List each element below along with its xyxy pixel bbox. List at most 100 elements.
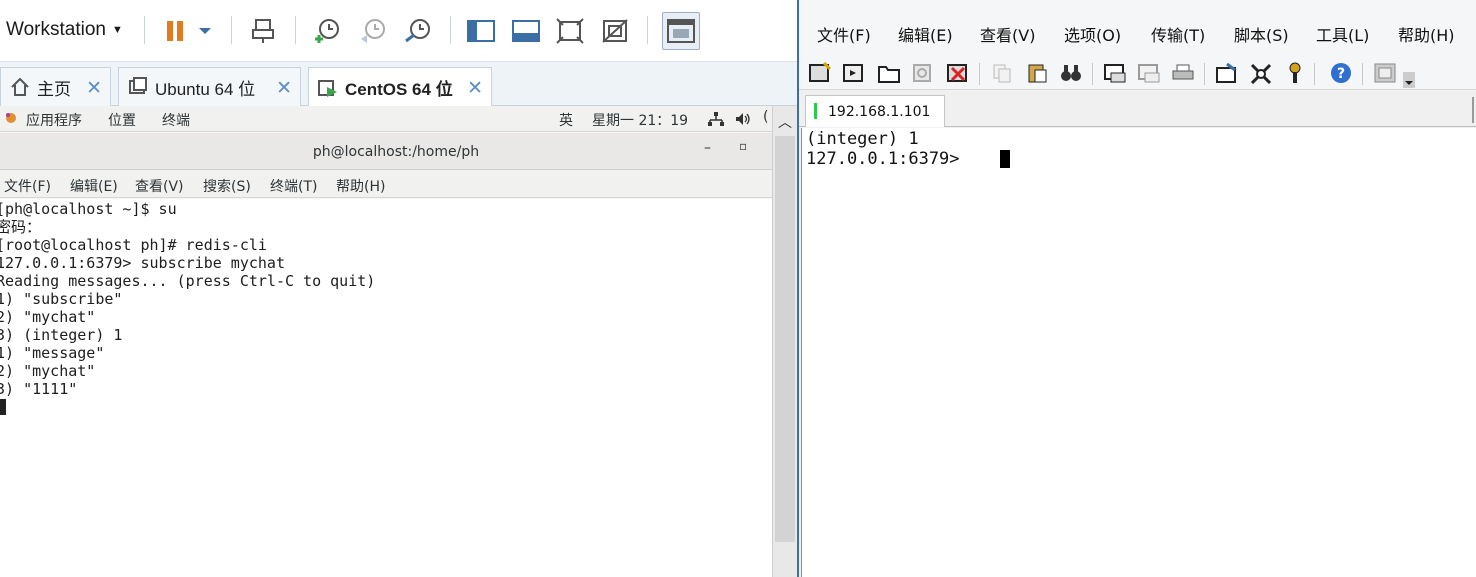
scrollbar-thumb[interactable]: [775, 136, 795, 542]
tab-centos[interactable]: CentOS 64 位 ✕: [308, 67, 492, 107]
gnome-top-bar: 应用程序 位置 终端 英 星期一 21：19 (: [0, 106, 772, 132]
bottom-bar-layout-icon: [512, 20, 540, 42]
console-view-button[interactable]: [662, 12, 700, 50]
reconnect-button[interactable]: [910, 60, 936, 86]
copy-button[interactable]: [989, 60, 1015, 86]
maximize-icon[interactable]: ▫: [739, 139, 747, 153]
guest-scrollbar[interactable]: ︿: [772, 106, 797, 577]
gnome-foot-icon: [4, 111, 18, 129]
applications-menu[interactable]: 应用程序: [26, 110, 82, 130]
snapshot-clock-icon: [315, 19, 339, 43]
transfer-icon: [1216, 62, 1236, 83]
vm-tab-strip: 主页 ✕ Ubuntu 64 位 ✕ CentOS 64 位 ✕: [0, 62, 797, 107]
session-tab-label: 192.168.1.101: [828, 104, 931, 120]
console-view-icon: [667, 19, 695, 43]
key-manager-button[interactable]: [1282, 60, 1308, 86]
tab-ubuntu[interactable]: Ubuntu 64 位 ✕: [118, 67, 301, 106]
new-session-icon: [809, 62, 832, 82]
full-screen-button[interactable]: [553, 14, 587, 48]
terminal-titlebar: ph@localhost:/home/ph – ▫: [0, 133, 772, 170]
tools-button[interactable]: [1248, 60, 1274, 86]
compose-icon: [1138, 64, 1160, 83]
menu-view[interactable]: 查看(V): [980, 22, 1035, 46]
compose-button[interactable]: [1136, 60, 1162, 86]
power-dropdown-button[interactable]: [190, 14, 220, 48]
terminal-text: [ph@localhost ~]$ su 密码： [root@localhost…: [0, 200, 376, 398]
menu-file[interactable]: 文件(F): [817, 22, 871, 46]
network-icon[interactable]: [708, 112, 724, 130]
print-button[interactable]: [1170, 60, 1196, 86]
vmware-toolbar: Workstation ▼: [0, 0, 797, 62]
copy-icon: [993, 64, 1011, 83]
xshell-session-tabs: 192.168.1.101: [799, 91, 1476, 127]
binoculars-icon: [1061, 65, 1081, 81]
help-button[interactable]: ?: [1328, 60, 1354, 86]
disconnect-icon: [947, 64, 967, 82]
menu-options[interactable]: 选项(O): [1064, 22, 1121, 46]
printer-icon: [1172, 64, 1194, 80]
menu-edit[interactable]: 编辑(E): [70, 176, 118, 196]
menu-help[interactable]: 帮助(H): [1398, 22, 1455, 46]
xshell-terminal[interactable]: (integer) 1 127.0.0.1:6379>: [801, 128, 1476, 577]
centos-guest-screen[interactable]: 应用程序 位置 终端 英 星期一 21：19 ( ph@localhost:/h…: [0, 106, 797, 577]
tab-label: Ubuntu 64 位: [155, 79, 256, 99]
unity-icon: [602, 19, 628, 43]
session-properties-button[interactable]: [1102, 60, 1128, 86]
tools-icon: [1250, 63, 1272, 84]
input-method-indicator[interactable]: 英: [559, 110, 573, 130]
toolbar-separator: [231, 16, 232, 44]
clock[interactable]: 星期一 21：19: [592, 110, 688, 130]
close-icon[interactable]: ✕: [276, 77, 292, 100]
snapshot-manager-button[interactable]: [401, 14, 435, 48]
places-menu[interactable]: 位置: [108, 110, 136, 130]
revert-snapshot-button[interactable]: [356, 14, 390, 48]
open-session-button[interactable]: [841, 60, 867, 86]
menu-help[interactable]: 帮助(H): [336, 176, 385, 196]
terminal-app-menu[interactable]: 终端: [162, 110, 190, 130]
workstation-menu[interactable]: Workstation ▼: [6, 16, 123, 44]
find-button[interactable]: [1058, 60, 1084, 86]
menu-terminal[interactable]: 终端(T): [270, 176, 317, 196]
menu-transfer[interactable]: 传输(T): [1151, 22, 1205, 46]
unity-mode-button[interactable]: [598, 14, 632, 48]
tab-label: 主页: [37, 79, 71, 99]
manage-snapshots-icon: [405, 19, 430, 43]
tab-scroll-edge: [1472, 97, 1474, 123]
show-library-button[interactable]: [464, 14, 498, 48]
menu-file[interactable]: 文件(F): [4, 176, 51, 196]
paste-button[interactable]: [1024, 60, 1050, 86]
disconnect-button[interactable]: [945, 60, 971, 86]
reconnect-icon: [913, 64, 931, 82]
volume-icon[interactable]: [735, 112, 751, 130]
toolbar-separator: [450, 16, 451, 44]
transfer-button[interactable]: [1214, 60, 1240, 86]
paste-icon: [1028, 64, 1047, 83]
tab-home[interactable]: 主页 ✕: [0, 67, 111, 106]
menu-tools[interactable]: 工具(L): [1316, 22, 1369, 46]
minimize-icon[interactable]: –: [704, 140, 711, 156]
menu-view[interactable]: 查看(V): [135, 176, 184, 196]
terminal-cursor: [0, 399, 6, 415]
show-thumbnail-bar-button[interactable]: [509, 14, 543, 48]
close-icon[interactable]: ✕: [467, 77, 483, 100]
menu-script[interactable]: 脚本(S): [1234, 22, 1289, 46]
tab-label: CentOS 64 位: [345, 80, 453, 99]
menu-edit[interactable]: 编辑(E): [898, 22, 953, 46]
power-menu-icon[interactable]: (: [763, 109, 768, 125]
send-ctrl-alt-del-button[interactable]: [246, 14, 280, 48]
new-session-button[interactable]: [807, 60, 833, 86]
toolbar-overflow-button[interactable]: [1402, 70, 1416, 90]
terminal-output[interactable]: [ph@localhost ~]$ su 密码： [root@localhost…: [0, 199, 772, 577]
revert-clock-icon: [361, 19, 385, 43]
chevron-up-icon[interactable]: ︿: [778, 112, 792, 132]
toolbar-separator: [1092, 63, 1093, 85]
xshell-menubar: 文件(F) 编辑(E) 查看(V) 选项(O) 传输(T) 脚本(S) 工具(L…: [799, 0, 1476, 58]
menu-search[interactable]: 搜索(S): [203, 176, 251, 196]
session-tab[interactable]: 192.168.1.101: [805, 95, 945, 127]
take-snapshot-button[interactable]: [310, 14, 344, 48]
pause-button[interactable]: [158, 14, 192, 48]
close-icon[interactable]: ✕: [86, 77, 102, 100]
key-icon: [1289, 62, 1301, 83]
layout-button[interactable]: [1372, 60, 1398, 86]
folder-button[interactable]: [876, 60, 902, 86]
